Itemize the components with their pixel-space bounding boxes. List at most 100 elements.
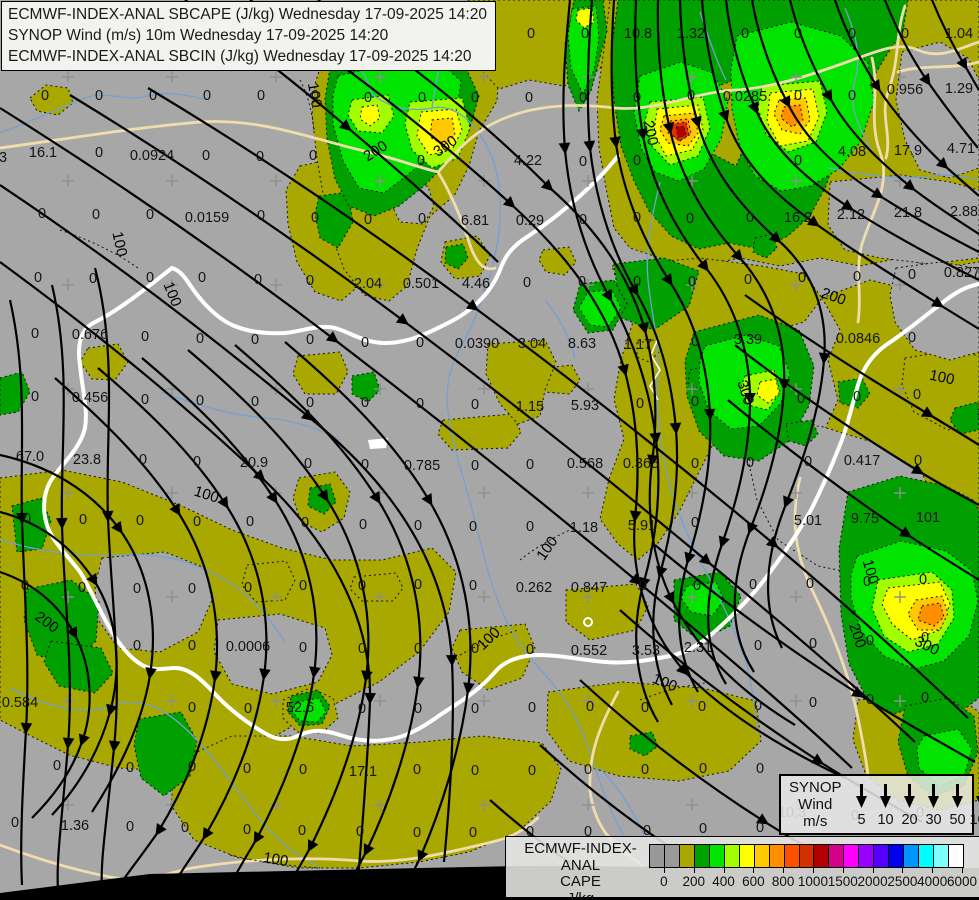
station-value: 0	[21, 578, 29, 594]
cape-colorbar: 0200400600800100015002000250040006000	[649, 844, 962, 894]
station-value: 0	[853, 389, 861, 405]
station-value: 1.32	[677, 26, 705, 42]
station-value: 0.29	[516, 213, 544, 229]
station-value: 20.9	[240, 455, 268, 471]
wind-arrow-icon-shape	[856, 796, 867, 808]
station-value: 0	[414, 577, 422, 593]
colorbar-tick-label: 800	[772, 874, 795, 889]
title-sbcin: ECMWF-INDEX-ANAL SBCIN (J/kg) Wednesday …	[8, 46, 487, 67]
station-value: 0	[469, 578, 477, 594]
wind-speed-label: 50	[946, 812, 970, 828]
station-value: 5.93	[571, 398, 599, 414]
colorbar-cell	[739, 845, 754, 867]
colorbar-cell	[843, 845, 858, 867]
station-value: 0.552	[571, 643, 607, 659]
wind-arrow-icon-shape	[928, 796, 939, 808]
colorbar-tick	[813, 867, 814, 873]
station-value: 0.0846	[836, 331, 880, 347]
colorbar-cell	[933, 845, 948, 867]
station-value: 0	[188, 581, 196, 597]
station-value: 0	[863, 574, 871, 590]
station-value: 0	[699, 761, 707, 777]
cape-legend: ECMWF-INDEX-ANAL CAPE J/kg 0200400600800…	[505, 836, 979, 898]
colorbar-cell	[769, 845, 784, 867]
station-value: 0	[89, 271, 97, 287]
station-value: 0	[356, 824, 364, 840]
station-value: 0	[181, 820, 189, 836]
colorbar-cell	[679, 845, 694, 867]
station-value: 0	[139, 452, 147, 468]
station-value: 17.1	[349, 764, 377, 780]
station-value: 0.584	[2, 695, 38, 711]
station-value: 0	[579, 90, 587, 106]
colorbar-tick	[843, 867, 844, 873]
station-value: 52.6	[286, 700, 314, 716]
station-value: 0	[188, 759, 196, 775]
station-value: 0	[581, 26, 589, 42]
station-value: 3.39	[734, 332, 762, 348]
station-value: 0	[358, 641, 366, 657]
station-value: 0	[243, 761, 251, 777]
wind-arrow-icon	[902, 782, 917, 809]
station-value: 0	[306, 332, 314, 348]
station-value: 0	[311, 210, 319, 226]
station-value: 1.04	[945, 26, 973, 42]
colorbar-tick	[902, 867, 903, 873]
colorbar-tick-label: 2500	[887, 874, 917, 889]
station-value: 0	[471, 90, 479, 106]
station-value: 0	[416, 335, 424, 351]
station-value: 0	[469, 519, 477, 535]
station-value: 2.31	[684, 640, 712, 656]
station-value: 0	[364, 212, 372, 228]
station-value: 0	[38, 206, 46, 222]
station-value: 0	[34, 270, 42, 286]
station-value: 0	[848, 88, 856, 104]
station-value: 0	[53, 758, 61, 774]
station-value: 0	[198, 270, 206, 286]
station-value: 0.568	[567, 456, 603, 472]
station-value: 21.8	[894, 205, 922, 221]
station-value: 0	[579, 154, 587, 170]
colorbar-tick	[783, 867, 784, 873]
station-value: 0	[633, 210, 641, 226]
station-value: 0	[527, 26, 535, 42]
colorbar-cell	[799, 845, 814, 867]
station-value: 0.785	[404, 458, 440, 474]
station-value: 0	[526, 642, 534, 658]
cape-field-shape	[438, 414, 521, 450]
station-value: 0	[526, 457, 534, 473]
wind-legend-scale: 510203050100	[850, 782, 979, 828]
colorbar-tick-label: 1500	[828, 874, 858, 889]
wind-speed-column: 30	[922, 782, 946, 828]
station-value: 0	[698, 699, 706, 715]
station-value: 0	[149, 88, 157, 104]
station-value: 16.2	[784, 210, 812, 226]
station-value: 0	[78, 580, 86, 596]
station-value: 0	[416, 396, 424, 412]
station-value: 0	[23, 511, 31, 527]
wind-arrow-icon	[974, 782, 979, 809]
station-value: 0	[196, 331, 204, 347]
station-value: 0	[578, 274, 586, 290]
station-value: 3.04	[518, 336, 546, 352]
station-value: 0	[528, 700, 536, 716]
station-value: 0	[866, 692, 874, 708]
station-value: 4.22	[514, 153, 542, 169]
map-title-box: ECMWF-INDEX-ANAL SBCAPE (J/kg) Wednesday…	[1, 1, 496, 71]
station-value: 0	[31, 389, 39, 405]
wind-speed-label: 10	[874, 812, 898, 828]
station-value: 0	[809, 695, 817, 711]
colorbar-cell	[709, 845, 724, 867]
station-value: 0.0006	[226, 639, 270, 655]
station-value: 0	[301, 515, 309, 531]
station-value: 0	[413, 762, 421, 778]
station-value: 0.847	[571, 580, 607, 596]
colorbar-tick-label: 6000	[947, 874, 977, 889]
station-value: 0	[95, 88, 103, 104]
station-value: 0	[809, 636, 817, 652]
station-value: 2.12	[837, 207, 865, 223]
wind-arrow-icon	[854, 782, 869, 809]
station-value: 0	[633, 274, 641, 290]
station-value: 0.417	[844, 453, 880, 469]
station-value: 0	[526, 519, 534, 535]
